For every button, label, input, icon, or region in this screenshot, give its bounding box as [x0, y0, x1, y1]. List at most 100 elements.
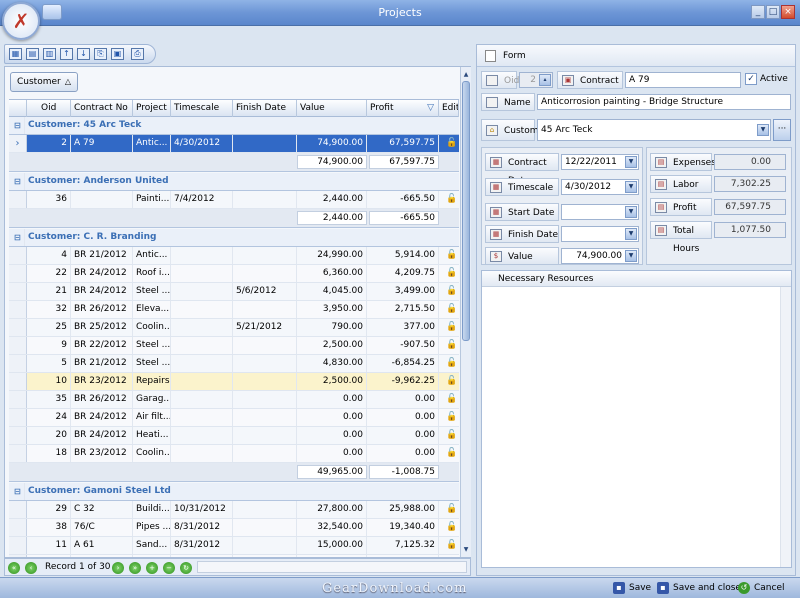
first-record-icon[interactable]: «	[8, 562, 20, 574]
lock-icon[interactable]: 🔓	[446, 430, 457, 441]
finish-date-dropdown-icon[interactable]: ▼	[625, 228, 637, 240]
lock-icon[interactable]: 🔓	[446, 322, 457, 333]
table-row[interactable]: › 2 A 79 Antic... 4/30/2012 74,900.00 67,597.7…	[9, 135, 459, 153]
horizontal-scrollbar[interactable]	[197, 561, 467, 573]
table-row[interactable]: 21 BR 24/2012 Steel ... 5/6/2012 4,045.00 3,4…	[9, 283, 459, 301]
group-row[interactable]: ⊟ Customer: C. R. Branding	[9, 229, 459, 247]
group-row[interactable]: ⊟ Customer: Anderson United	[9, 173, 459, 191]
lock-icon[interactable]: 🔓	[446, 540, 457, 551]
table-row[interactable]: 35 BR 26/2012 Garag... 0.00 0.00 🔓	[9, 391, 459, 409]
lock-icon[interactable]: 🔓	[446, 376, 457, 387]
table-row[interactable]: 29 C 32 Buildi... 10/31/2012 27,800.00 25,988…	[9, 501, 459, 519]
sort-descending-icon[interactable]: ↓	[77, 48, 90, 60]
filter-icon[interactable]: ▽	[427, 100, 434, 117]
save-button[interactable]: ▪ Save	[612, 580, 651, 596]
close-button[interactable]: ×	[781, 5, 795, 19]
table-row[interactable]: 24 BR 24/2012 Air filt... 0.00 0.00 🔓	[9, 409, 459, 427]
lock-icon[interactable]: 🔓	[446, 448, 457, 459]
lock-icon[interactable]: 🔓	[446, 340, 457, 351]
lock-icon[interactable]: 🔓	[446, 138, 457, 149]
lock-icon[interactable]: 🔓	[446, 194, 457, 205]
customer-select[interactable]: 45 Arc Teck ▼	[537, 119, 771, 141]
table-row[interactable]: 36 Painti... 7/4/2012 2,440.00 -665.50 🔓	[9, 191, 459, 209]
header-contract-no[interactable]: Contract No	[71, 100, 133, 117]
lock-icon[interactable]: 🔓	[446, 250, 457, 261]
group-by-customer-chip[interactable]: Customer △	[10, 72, 78, 92]
header-project[interactable]: Project	[133, 100, 171, 117]
columns-icon[interactable]: ▥	[43, 48, 56, 60]
print-icon[interactable]: ⎙	[131, 48, 144, 60]
customer-lookup-button[interactable]: ···	[773, 119, 791, 141]
table-row[interactable]: 4 BR 21/2012 Antic... 24,990.00 5,914.00 🔓	[9, 247, 459, 265]
group-row[interactable]: ⊟ Customer: 45 Arc Teck	[9, 117, 459, 135]
copy-icon[interactable]: ⎘	[94, 48, 107, 60]
header-edit[interactable]: Edit	[439, 100, 459, 117]
lock-icon[interactable]: 🔓	[446, 358, 457, 369]
timescale-input[interactable]: 4/30/2012 ▼	[561, 179, 639, 195]
table-row[interactable]: 22 BR 24/2012 Roof i... 6,360.00 4,209.75 🔓	[9, 265, 459, 283]
lock-icon[interactable]: 🔓	[446, 304, 457, 315]
table-row[interactable]: 5 BR 21/2012 Steel ... 4,830.00 -6,854.25 🔓	[9, 355, 459, 373]
header-oid[interactable]: Oid	[27, 100, 71, 117]
table-row[interactable]: 38 76/C Pipes ... 8/31/2012 32,540.00 19,340.…	[9, 519, 459, 537]
value-input[interactable]: 74,900.00 ▼	[561, 248, 639, 264]
cell-oid: 32	[27, 301, 71, 318]
maximize-button[interactable]: □	[766, 5, 780, 19]
finish-date-input[interactable]: ▼	[561, 226, 639, 242]
lock-icon[interactable]: 🔓	[446, 286, 457, 297]
lock-icon[interactable]: 🔓	[446, 268, 457, 279]
start-date-input[interactable]: ▼	[561, 204, 639, 220]
resources-scrollbar[interactable]	[780, 287, 791, 567]
grid-scrollbar[interactable]: ▲ ▼	[460, 67, 471, 557]
header-profit[interactable]: Profit ▽	[367, 100, 439, 117]
table-row[interactable]: 10 BR 23/2012 Repairs 2,500.00 -9,962.25 🔓	[9, 373, 459, 391]
lock-icon[interactable]: 🔓	[446, 522, 457, 533]
header-value[interactable]: Value	[297, 100, 367, 117]
table-row[interactable]: 18 BR 23/2012 Coolin... 0.00 0.00 🔓	[9, 445, 459, 463]
grid-icon[interactable]: ▦	[9, 48, 22, 60]
table-row[interactable]: 11 A 61 Sand... 8/31/2012 15,000.00 7,125.32 🔓	[9, 537, 459, 555]
collapse-icon[interactable]: ⊟	[11, 483, 25, 500]
lock-icon[interactable]: 🔓	[446, 412, 457, 423]
collapse-icon[interactable]: ⊟	[11, 173, 25, 190]
scroll-thumb[interactable]	[462, 81, 470, 341]
delete-record-icon[interactable]: −	[163, 562, 175, 574]
minimize-button[interactable]: _	[751, 5, 765, 19]
necessary-resources-box[interactable]: Necessary Resources	[481, 270, 792, 568]
lock-icon[interactable]: 🔓	[446, 394, 457, 405]
refresh-icon[interactable]: ↻	[180, 562, 192, 574]
sort-ascending-icon[interactable]: ↑	[60, 48, 73, 60]
table-row[interactable]: 9 BR 22/2012 Steel ... 2,500.00 -907.50 🔓	[9, 337, 459, 355]
cancel-button[interactable]: ↺ Cancel	[737, 580, 785, 596]
customer-dropdown-icon[interactable]: ▼	[757, 124, 769, 136]
quick-access-button[interactable]	[42, 4, 62, 20]
contract-no-input[interactable]: A 79	[625, 72, 741, 88]
save-and-close-button[interactable]: ▪ Save and close	[656, 580, 741, 596]
table-row[interactable]: 25 BR 25/2012 Coolin... 5/21/2012 790.00 377.…	[9, 319, 459, 337]
add-record-icon[interactable]: +	[146, 562, 158, 574]
value-spin-icon[interactable]: ▼	[625, 250, 637, 262]
table-icon[interactable]: ▤	[26, 48, 39, 60]
prev-record-icon[interactable]: ‹	[25, 562, 37, 574]
table-row[interactable]: 32 BR 26/2012 Eleva... 3,950.00 2,715.50 🔓	[9, 301, 459, 319]
header-timescale[interactable]: Timescale	[171, 100, 233, 117]
next-record-icon[interactable]: ›	[112, 562, 124, 574]
table-row[interactable]: 3A56/2Antic...3/31/20123,500.003,430.00🔓	[9, 555, 459, 557]
lock-icon[interactable]: 🔓	[446, 504, 457, 515]
active-checkbox[interactable]: ✓	[745, 73, 757, 85]
scroll-up-arrow[interactable]: ▲	[461, 69, 471, 80]
last-record-icon[interactable]: »	[129, 562, 141, 574]
name-input[interactable]: Anticorrosion painting - Bridge Structur…	[537, 94, 791, 110]
header-finish-date[interactable]: Finish Date	[233, 100, 297, 117]
app-menu-icon[interactable]: ✗	[2, 2, 40, 40]
scroll-down-arrow[interactable]: ▼	[461, 544, 471, 555]
table-row[interactable]: 20 BR 24/2012 Heati... 0.00 0.00 🔓	[9, 427, 459, 445]
collapse-icon[interactable]: ⊟	[11, 229, 25, 246]
start-date-dropdown-icon[interactable]: ▼	[625, 206, 637, 218]
collapse-icon[interactable]: ⊟	[11, 117, 25, 134]
timescale-dropdown-icon[interactable]: ▼	[625, 181, 637, 193]
contract-date-input[interactable]: 12/22/2011 ▼	[561, 154, 639, 170]
paste-icon[interactable]: ▣	[111, 48, 124, 60]
contract-date-dropdown-icon[interactable]: ▼	[625, 156, 637, 168]
group-row[interactable]: ⊟ Customer: Gamoni Steel Ltd	[9, 483, 459, 501]
